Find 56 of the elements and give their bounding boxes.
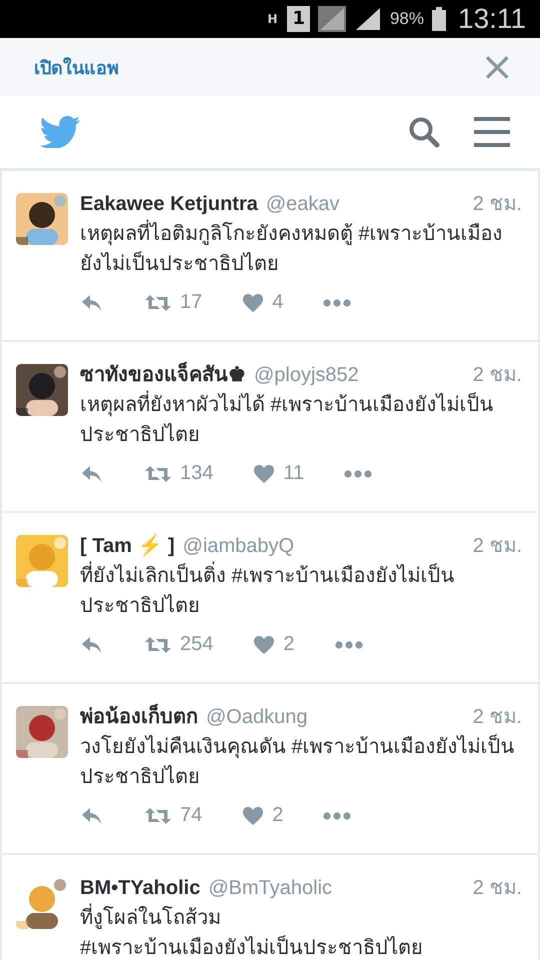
sim-indicator: 1 [287, 6, 310, 32]
reply-icon[interactable] [80, 634, 104, 654]
signal-icon [318, 6, 346, 32]
heart-icon[interactable] [253, 464, 276, 484]
more-icon[interactable] [323, 812, 352, 820]
user-name: ซาทังของแจ็คสัน♚ [80, 362, 246, 388]
reply-icon[interactable] [80, 464, 104, 484]
retweet-count: 74 [180, 804, 202, 827]
tweet-text: ที่ยังไม่เลิกเป็นติ่ง #เพราะบ้านเมืองยังไม่เป็นประชาธิปไตย [80, 561, 522, 621]
tweet-time: 2 ชม. [472, 192, 522, 217]
retweet-count: 134 [180, 462, 214, 485]
bird-logo-icon[interactable] [40, 116, 80, 148]
like-count: 2 [283, 633, 294, 656]
battery-icon [432, 7, 446, 31]
retweet-icon[interactable] [144, 634, 172, 654]
tweet-text: เหตุผลที่ยังหาผัวไม่ได้ #เพราะบ้านเมืองยังไม่เป็นประชาธิปไตย [80, 390, 522, 450]
user-handle[interactable]: @eakav [266, 191, 340, 217]
tweet-time: 2 ชม. [472, 876, 522, 901]
close-button[interactable]: × [476, 47, 518, 87]
signal-icon [354, 6, 382, 32]
tweet-time: 2 ชม. [472, 705, 522, 730]
open-in-app-link[interactable]: เปิดในแอพ [34, 52, 119, 82]
heart-icon[interactable] [242, 292, 264, 312]
heart-icon[interactable] [253, 634, 276, 654]
user-name: BM•TYaholic [80, 876, 200, 901]
reply-icon[interactable] [80, 806, 104, 826]
tweet-text: เหตุผลที่ไอติมกูลิโกะยังคงหมดตู้ #เพราะบ้านเมืองยังไม่เป็นประชาธิปไตย [80, 219, 522, 279]
search-icon[interactable] [408, 116, 440, 148]
more-icon[interactable] [334, 640, 362, 648]
reply-icon[interactable] [80, 292, 104, 312]
user-name: พ่อน้องเก็บตก [80, 704, 198, 730]
user-handle[interactable]: @iambabyQ [182, 533, 294, 559]
user-handle[interactable]: @ployjs852 [254, 362, 359, 388]
like-count: 4 [272, 291, 284, 314]
battery-level: 98% [390, 9, 424, 29]
user-handle[interactable]: @Oadkung [206, 704, 308, 730]
more-icon[interactable] [323, 298, 352, 306]
menu-icon[interactable] [474, 117, 510, 147]
tweet-time: 2 ชม. [472, 363, 522, 388]
retweet-count: 254 [180, 633, 214, 656]
heart-icon[interactable] [242, 806, 264, 826]
user-name: Eakawee Ketjuntra [80, 192, 258, 217]
tweet-time: 2 ชม. [472, 534, 522, 559]
network-indicator: H [267, 13, 278, 25]
retweet-icon[interactable] [144, 292, 172, 312]
clock: 13:11 [458, 3, 526, 35]
like-count: 11 [283, 462, 304, 485]
like-count: 2 [272, 804, 284, 827]
user-handle[interactable]: @BmTyaholic [208, 875, 332, 901]
retweet-icon[interactable] [144, 464, 172, 484]
more-icon[interactable] [344, 470, 372, 478]
user-name: [ Tam ⚡ ] [80, 533, 175, 559]
tweet-text: วงโยยังไม่คืนเงินคุณดัน #เพราะบ้านเมืองยังไม่เป็นประชาธิปไตย [80, 733, 516, 790]
retweet-count: 17 [180, 291, 202, 314]
tweet-text: ที่งูโผล่ในโถส้วม #เพราะบ้านเมืองยังไม่เป็นประชาธิปไตย [80, 903, 522, 960]
retweet-icon[interactable] [144, 806, 172, 826]
